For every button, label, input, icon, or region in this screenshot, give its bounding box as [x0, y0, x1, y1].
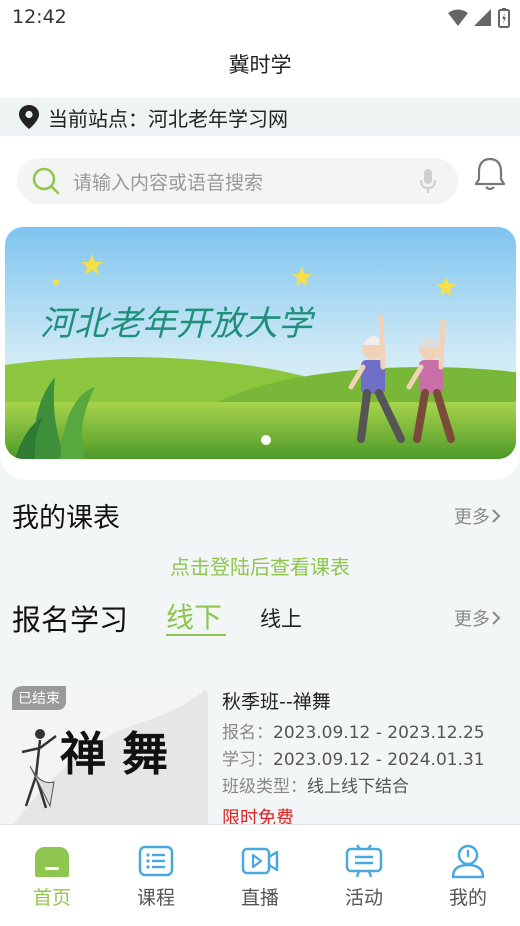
- nav-live[interactable]: 直播: [208, 825, 312, 926]
- home-icon: [35, 847, 69, 877]
- enroll-period: 报名：2023.09.12 - 2023.12.25: [222, 718, 485, 743]
- enroll-more-label: 更多: [454, 609, 490, 630]
- status-bar: 12:42: [0, 0, 520, 36]
- banner-section: 河北老年开放大学: [0, 226, 520, 480]
- active-tab-indicator: [166, 634, 226, 636]
- bottom-nav: 首页 课程 直播 活动 我的: [0, 824, 520, 926]
- search-input[interactable]: 请输入内容或语音搜索: [17, 158, 458, 204]
- status-icons: [448, 8, 510, 28]
- search-icon: [32, 167, 60, 195]
- banner-text: 河北老年开放大学: [40, 304, 316, 344]
- search-area: 请输入内容或语音搜索: [0, 136, 520, 226]
- course-name: 秋季班--禅舞: [222, 691, 331, 713]
- page-title: 冀时学: [228, 53, 292, 77]
- location-pin-icon: [19, 105, 39, 129]
- nav-home[interactable]: 首页: [0, 825, 104, 926]
- schedule-title: 我的课表: [12, 503, 120, 534]
- profile-icon: [451, 844, 485, 879]
- status-badge: 已结束: [12, 686, 66, 710]
- chevron-right-icon: [492, 509, 501, 523]
- battery-icon: [498, 8, 510, 28]
- nav-profile[interactable]: 我的: [416, 825, 520, 926]
- location-bar[interactable]: 当前站点：河北老年学习网: [0, 98, 520, 136]
- study-period: 学习：2023.09.12 - 2024.01.31: [222, 745, 485, 770]
- nav-courses-label: 课程: [136, 887, 175, 909]
- microphone-icon[interactable]: [420, 168, 436, 194]
- banner-image: 河北老年开放大学: [5, 227, 516, 459]
- enroll-more-link[interactable]: 更多: [454, 605, 502, 631]
- carousel-indicator[interactable]: [261, 435, 271, 445]
- class-type: 班级类型：线上线下结合: [222, 772, 409, 797]
- nav-courses[interactable]: 课程: [104, 825, 208, 926]
- tab-online[interactable]: 线上: [260, 603, 302, 633]
- nav-activity[interactable]: 活动: [312, 825, 416, 926]
- study-period-label: 学习：: [222, 750, 273, 770]
- location-label: 当前站点：河北老年学习网: [48, 106, 288, 131]
- banner-carousel[interactable]: 河北老年开放大学: [5, 227, 516, 459]
- signal-icon: [474, 9, 491, 26]
- class-type-value: 线上线下结合: [307, 777, 409, 797]
- schedule-more-label: 更多: [454, 507, 490, 528]
- course-thumbnail: 禅 舞 已结束: [12, 686, 208, 826]
- login-to-view-schedule[interactable]: 点击登陆后查看课表: [0, 551, 520, 580]
- video-icon: [241, 847, 279, 875]
- nav-live-label: 直播: [240, 887, 279, 909]
- status-time: 12:42: [12, 6, 67, 28]
- nav-profile-label: 我的: [448, 887, 487, 909]
- study-period-value: 2023.09.12 - 2024.01.31: [273, 750, 485, 770]
- search-placeholder: 请输入内容或语音搜索: [73, 171, 264, 194]
- tab-offline[interactable]: 线下: [166, 596, 222, 636]
- course-card[interactable]: 禅 舞 已结束 秋季班--禅舞 报名：2023.09.12 - 2023.12.…: [12, 686, 520, 829]
- class-type-label: 班级类型：: [222, 777, 307, 797]
- notification-bell-icon[interactable]: [474, 156, 506, 192]
- nav-home-label: 首页: [32, 887, 71, 909]
- enroll-period-label: 报名：: [222, 723, 273, 743]
- nav-activity-label: 活动: [344, 887, 383, 909]
- list-icon: [138, 845, 174, 877]
- course-thumbnail-text: 禅 舞: [60, 727, 168, 781]
- enroll-title: 报名学习: [12, 603, 129, 637]
- app-header: 冀时学: [0, 36, 520, 98]
- enroll-period-value: 2023.09.12 - 2023.12.25: [273, 723, 485, 743]
- chevron-right-icon: [492, 611, 501, 625]
- schedule-more-link[interactable]: 更多: [454, 503, 502, 529]
- activity-icon: [345, 844, 383, 878]
- wifi-icon: [448, 9, 468, 26]
